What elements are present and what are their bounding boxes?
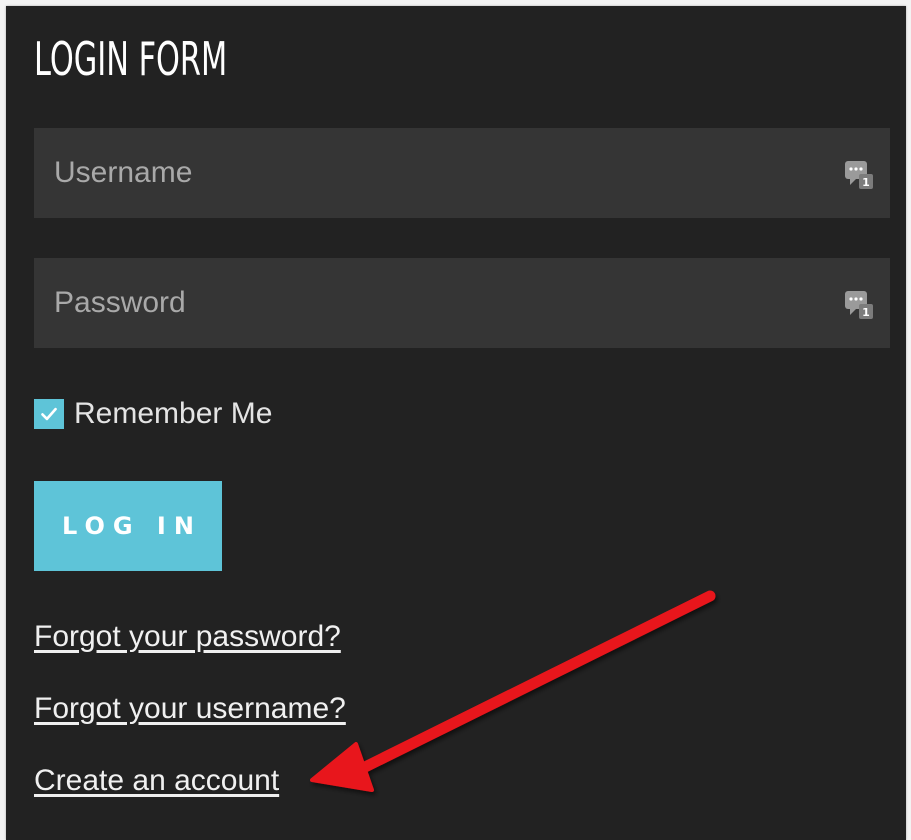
login-panel: LOGIN FORM 1 1 Reme [6,6,906,840]
login-button[interactable]: LOG IN [34,481,222,571]
remember-me-label[interactable]: Remember Me [74,397,272,431]
password-field-container: 1 [34,258,890,348]
password-input[interactable] [34,258,890,348]
svg-text:1: 1 [862,306,870,319]
remember-me-row: Remember Me [34,394,272,434]
password-manager-icon[interactable]: 1 [842,288,874,320]
forgot-password-link[interactable]: Forgot your password? [34,620,341,654]
checkmark-icon [41,407,57,421]
username-field-container: 1 [34,128,890,218]
username-input[interactable] [34,128,890,218]
password-manager-icon[interactable]: 1 [842,158,874,190]
form-title: LOGIN FORM [34,32,228,86]
svg-text:1: 1 [862,176,870,189]
forgot-username-link[interactable]: Forgot your username? [34,692,346,726]
remember-me-checkbox[interactable] [34,399,64,429]
create-account-link[interactable]: Create an account [34,764,279,798]
